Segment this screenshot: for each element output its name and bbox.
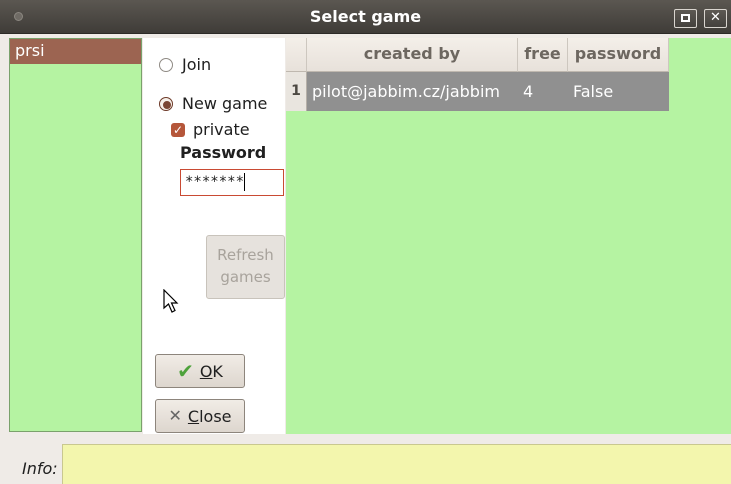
cell-free: 4 — [523, 82, 534, 101]
info-field[interactable] — [62, 444, 731, 484]
table-header: created by free password — [286, 38, 669, 72]
game-list[interactable]: prsi — [9, 38, 142, 432]
text-caret — [244, 173, 246, 191]
refresh-games-button[interactable]: Refresh games — [206, 235, 285, 299]
join-radio-row[interactable]: Join — [159, 55, 211, 74]
close-label: Close — [187, 406, 232, 426]
game-list-item-prsi[interactable]: prsi — [10, 39, 141, 64]
games-table[interactable]: created by free password 1 pilot@jabbim.… — [286, 38, 731, 434]
join-radio[interactable] — [159, 57, 173, 72]
maximize-icon — [681, 14, 690, 22]
private-label: private — [193, 120, 250, 139]
new-game-label: New game — [182, 94, 268, 113]
private-checkbox-row[interactable]: ✓ private — [171, 120, 250, 139]
refresh-label-line2: games — [220, 268, 271, 286]
close-button[interactable]: ✕ Close — [155, 399, 245, 433]
cell-created-by: pilot@jabbim.cz/jabbim — [312, 82, 500, 101]
row-number: 1 — [286, 72, 307, 111]
column-header-created-by[interactable]: created by — [307, 38, 518, 72]
close-window-button[interactable]: ✕ — [704, 9, 727, 28]
cell-password: False — [573, 82, 614, 101]
close-icon: ✕ — [710, 10, 721, 25]
window-title: Select game — [309, 7, 422, 26]
new-game-radio[interactable] — [159, 96, 173, 111]
join-label: Join — [182, 55, 212, 74]
password-value: ******* — [185, 174, 245, 190]
ok-label: OK — [199, 361, 223, 381]
column-header-password[interactable]: password — [568, 38, 669, 72]
options-panel: Join New game ✓ private Password *******… — [143, 38, 285, 434]
column-header-free[interactable]: free — [518, 38, 568, 72]
maximize-button[interactable] — [674, 9, 697, 28]
ok-button[interactable]: ✔ OK — [155, 354, 245, 388]
password-field[interactable]: ******* — [180, 169, 284, 196]
password-label: Password — [180, 143, 267, 162]
refresh-label-line1: Refresh — [217, 246, 274, 264]
close-x-icon: ✕ — [168, 406, 182, 425]
checkmark-icon: ✔ — [177, 359, 194, 383]
row-number-header — [286, 38, 307, 72]
info-label: Info: — [22, 459, 58, 478]
mouse-pointer-icon — [163, 289, 179, 313]
private-checkbox[interactable]: ✓ — [171, 122, 185, 137]
table-row[interactable]: 1 pilot@jabbim.cz/jabbim 4 False — [286, 72, 669, 111]
new-game-radio-row[interactable]: New game — [159, 94, 267, 113]
title-bar: Select game ✕ — [0, 0, 731, 34]
